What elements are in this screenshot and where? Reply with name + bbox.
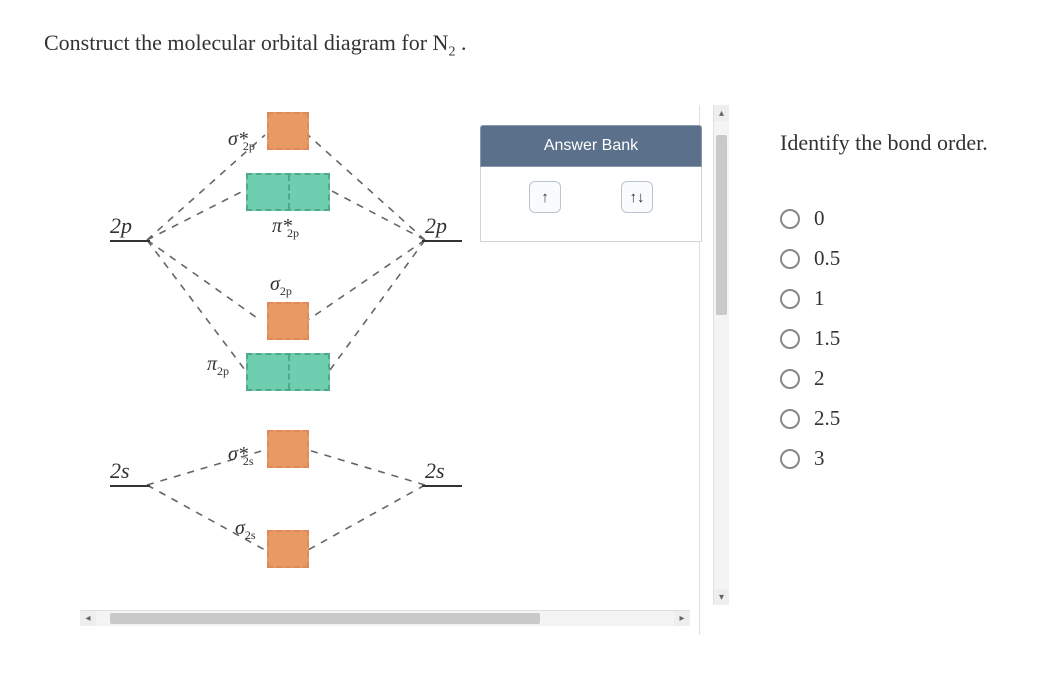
electron-chip-pair[interactable]: ↑↓ [621,181,653,213]
option-label: 1.5 [814,326,840,351]
label-pi2p-star: π*2p [272,215,299,241]
ao-label-right-2s: 2s [425,458,445,484]
ao-label-left-2p: 2p [110,213,132,239]
ao-label-left-2s: 2s [110,458,130,484]
bond-order-option[interactable]: 3 [780,446,988,471]
option-label: 0.5 [814,246,840,271]
label-sigma2s-star: σ*2s [228,443,254,469]
radio-icon [780,409,800,429]
slot-sigma2s-star[interactable] [267,430,309,468]
scroll-up-icon[interactable]: ▴ [714,105,729,121]
scroll-right-icon[interactable]: ▸ [674,611,690,626]
radio-icon [780,449,800,469]
vertical-scrollbar[interactable]: ▴ ▾ [713,105,729,605]
scroll-thumb-h[interactable] [110,613,540,624]
label-sigma2p: σ2p [270,273,292,299]
label-pi2p: π2p [207,353,229,379]
radio-icon [780,329,800,349]
scroll-thumb-v[interactable] [716,135,727,315]
slot-sigma2p-star[interactable] [267,112,309,150]
scroll-down-icon[interactable]: ▾ [714,589,729,605]
radio-icon [780,249,800,269]
option-label: 3 [814,446,825,471]
slot-pi2p-star[interactable] [246,173,330,211]
answer-bank-title: Answer Bank [480,125,702,167]
question-text: Construct the molecular orbital diagram … [44,30,466,60]
option-label: 1 [814,286,825,311]
bond-order-option[interactable]: 0.5 [780,246,988,271]
ao-label-right-2p: 2p [425,213,447,239]
bond-order-option[interactable]: 1 [780,286,988,311]
bond-order-option[interactable]: 2.5 [780,406,988,431]
label-sigma2s: σ2s [235,517,256,543]
radio-icon [780,369,800,389]
ao-line-left-2s [110,485,150,487]
bond-order-options: 0 0.5 1 1.5 2 2.5 3 [780,206,988,471]
answer-bank-body: ↑ ↑↓ [480,167,702,242]
bond-order-option[interactable]: 2 [780,366,988,391]
slot-pi2p[interactable] [246,353,330,391]
ao-line-right-2s [422,485,462,487]
answer-bank: Answer Bank ↑ ↑↓ [480,125,702,242]
ao-line-right-2p [422,240,462,242]
bond-order-option[interactable]: 1.5 [780,326,988,351]
option-label: 2 [814,366,825,391]
ao-line-left-2p [110,240,150,242]
radio-icon [780,209,800,229]
slot-sigma2p[interactable] [267,302,309,340]
horizontal-scrollbar[interactable]: ◂ ▸ [80,610,690,626]
option-label: 2.5 [814,406,840,431]
bond-order-panel: Identify the bond order. 0 0.5 1 1.5 2 2.5 3 [780,130,988,486]
label-sigma2p-star: σ*2p [228,128,255,154]
bond-order-option[interactable]: 0 [780,206,988,231]
bond-order-prompt: Identify the bond order. [780,130,988,156]
radio-icon [780,289,800,309]
option-label: 0 [814,206,825,231]
slot-sigma2s[interactable] [267,530,309,568]
scroll-left-icon[interactable]: ◂ [80,611,96,626]
electron-chip-up[interactable]: ↑ [529,181,561,213]
